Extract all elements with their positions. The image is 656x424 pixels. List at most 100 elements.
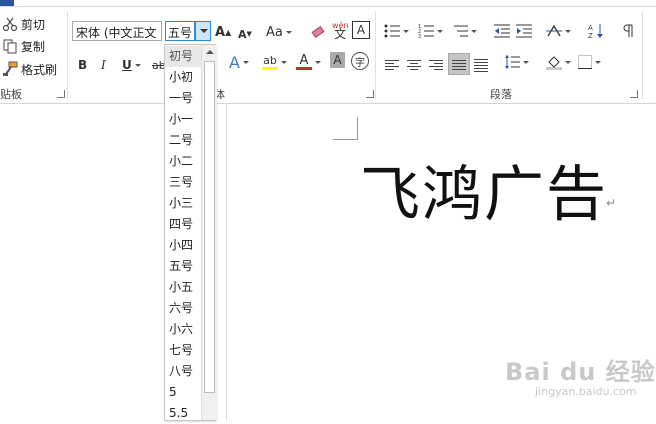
borders-button[interactable] — [578, 52, 601, 72]
underline-button[interactable]: U — [122, 55, 141, 75]
clipboard-launcher-icon[interactable] — [57, 90, 65, 98]
margin-corner-mark — [333, 117, 358, 140]
font-size-option[interactable]: 八号 — [165, 361, 201, 382]
numbering-button[interactable]: 123 — [418, 21, 443, 41]
font-size-box[interactable]: 五号 — [165, 21, 195, 41]
watermark: Bai du 经验 jingyan.baidu.com — [505, 352, 656, 398]
align-left-icon[interactable] — [385, 58, 399, 72]
paragraph-group-label: 段落 — [490, 88, 512, 101]
multilevel-list-icon — [454, 25, 468, 37]
shrink-font-button[interactable]: A ▼ — [238, 24, 252, 44]
outdent-icon — [494, 24, 510, 38]
character-border-button[interactable]: A — [352, 21, 370, 39]
font-color-bar — [296, 67, 312, 70]
increase-indent-button[interactable] — [516, 21, 532, 41]
font-size-option[interactable]: 五号 — [165, 256, 201, 277]
sort-button[interactable]: AZ — [588, 21, 604, 41]
bullets-button[interactable] — [384, 21, 409, 41]
copy-button[interactable]: 复制 — [2, 36, 45, 56]
font-size-option[interactable]: 小五 — [165, 277, 201, 298]
font-size-option[interactable]: 小六 — [165, 319, 201, 340]
paintbrush-icon — [2, 61, 18, 77]
indent-icon — [516, 24, 532, 38]
italic-button[interactable]: I — [101, 55, 106, 75]
align-center-icon[interactable] — [407, 58, 421, 72]
distributed-icon[interactable] — [474, 57, 488, 74]
font-size-option[interactable]: 四号 — [165, 214, 201, 235]
chinese-layout-button[interactable] — [546, 21, 571, 41]
active-tab-marker — [0, 0, 14, 6]
font-size-list-scrollbar[interactable] — [201, 45, 217, 420]
paragraph-launcher-icon[interactable] — [630, 90, 638, 98]
align-right-icon[interactable] — [429, 58, 443, 72]
justify-icon — [452, 58, 466, 72]
enclose-character-button[interactable]: 字 — [351, 52, 369, 70]
font-color-button[interactable]: A — [296, 52, 321, 72]
clipboard-group-label: 贴板 — [0, 88, 22, 101]
font-size-option[interactable]: 初号 — [165, 46, 201, 67]
scrollbar-thumb[interactable] — [204, 61, 215, 393]
cut-button[interactable]: 剪切 — [2, 14, 45, 34]
eraser-icon — [311, 25, 325, 39]
highlighter-icon: ab — [262, 53, 278, 70]
grow-font-button[interactable]: A ▲ — [215, 22, 231, 42]
phonetic-char: 文 — [334, 27, 347, 41]
font-size-option[interactable]: 七号 — [165, 340, 201, 361]
scroll-up-icon[interactable] — [203, 46, 216, 58]
group-divider — [375, 11, 376, 99]
highlight-button[interactable]: ab — [262, 52, 287, 72]
shading-button[interactable] — [546, 52, 571, 72]
multilevel-list-button[interactable] — [452, 21, 477, 41]
font-size-option[interactable]: 小初 — [165, 67, 201, 88]
font-size-option[interactable]: 5 — [165, 382, 201, 403]
copy-icon — [2, 38, 18, 54]
font-size-option[interactable]: 小一 — [165, 109, 201, 130]
shrink-font-label: A — [238, 27, 247, 41]
format-painter-button[interactable]: 格式刷 — [2, 59, 57, 79]
font-size-option[interactable]: 三号 — [165, 172, 201, 193]
scissors-icon — [2, 16, 18, 32]
font-size-options: 初号 小初 一号 小一 二号 小二 三号 小三 四号 小四 五号 小五 六号 小六 七号 八号 5 5.5 — [165, 46, 201, 424]
character-shading-button[interactable]: A — [330, 52, 345, 68]
highlight-color-bar — [262, 66, 278, 70]
font-size-option[interactable]: 一号 — [165, 88, 201, 109]
font-size-option[interactable]: 二号 — [165, 130, 201, 151]
svg-text:Z: Z — [588, 32, 593, 39]
line-spacing-button[interactable] — [504, 52, 529, 72]
copy-label: 复制 — [21, 39, 46, 54]
justify-button[interactable] — [448, 53, 470, 75]
phonetic-guide-button[interactable]: wén 文 — [332, 20, 349, 40]
page-edge — [226, 104, 227, 421]
decrease-indent-button[interactable] — [494, 21, 510, 41]
underline-label: U — [122, 58, 132, 72]
text-effects-button[interactable]: A — [229, 52, 249, 72]
font-size-dropdown-button[interactable] — [195, 21, 211, 41]
group-divider — [642, 11, 643, 99]
clear-format-button[interactable] — [310, 21, 326, 41]
line-spacing-icon — [505, 55, 520, 69]
paragraph-mark: ↵ — [606, 196, 617, 210]
borders-icon — [578, 55, 592, 69]
font-name-box[interactable]: 宋体 (中文正文 — [72, 21, 162, 41]
font-size-option[interactable]: 小四 — [165, 235, 201, 256]
text-effects-label: A — [229, 52, 240, 72]
change-case-button[interactable]: Aa — [266, 22, 292, 42]
ribbon: 剪切 复制 格式刷 贴板 宋体 (中文正文 五号 A ▲ A ▼ Aa wén 文 … — [0, 7, 656, 104]
font-color-icon: A — [296, 54, 312, 70]
font-size-option[interactable]: 六号 — [165, 298, 201, 319]
font-launcher-icon[interactable] — [366, 90, 374, 98]
pilcrow-icon — [623, 24, 633, 37]
highlight-label: ab — [263, 53, 277, 67]
font-size-option[interactable]: 小二 — [165, 151, 201, 172]
font-size-option[interactable]: 小三 — [165, 193, 201, 214]
watermark-main: Bai du 经验 — [505, 358, 656, 386]
font-size-list[interactable]: 初号 小初 一号 小一 二号 小二 三号 小三 四号 小四 五号 小五 六号 小六 七号 八号 5 5.5 — [164, 44, 217, 424]
chinese-layout-icon — [546, 24, 562, 37]
sort-icon: AZ — [588, 24, 603, 39]
document-text[interactable]: 飞鸿广告 — [360, 146, 608, 233]
svg-text:3: 3 — [418, 34, 421, 38]
bold-button[interactable]: B — [78, 55, 87, 75]
paint-bucket-icon — [546, 56, 562, 70]
show-marks-button[interactable] — [622, 21, 634, 41]
title-strip — [0, 0, 656, 7]
